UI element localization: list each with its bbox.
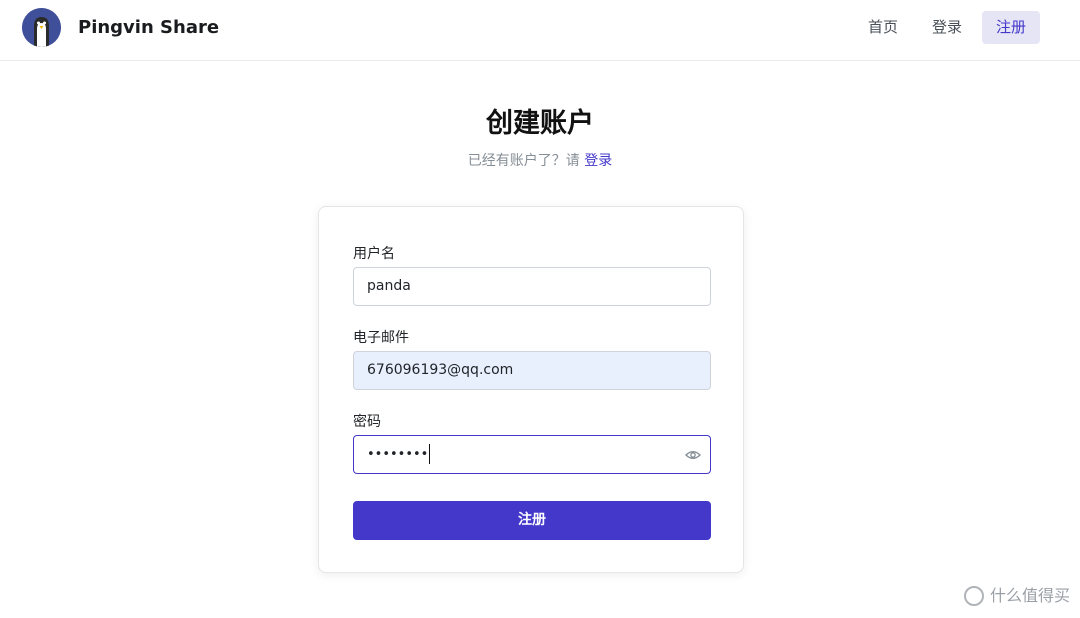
- watermark-logo-icon: [963, 586, 984, 606]
- login-link[interactable]: 登录: [584, 153, 612, 169]
- email-label: 电子邮件: [353, 330, 409, 346]
- email-input[interactable]: 676096193@qq.com: [353, 351, 711, 390]
- nav-signup-link[interactable]: 注册: [981, 11, 1040, 44]
- eye-icon[interactable]: [684, 447, 702, 463]
- subtitle-text: 已经有账户了？请: [467, 153, 580, 169]
- page-title: 创建账户: [486, 108, 594, 139]
- top-header: Pingvin Share 首页 登录 注册: [0, 0, 1080, 61]
- nav-login-link[interactable]: 登录: [918, 11, 976, 44]
- penguin-logo-icon[interactable]: [22, 8, 61, 47]
- signup-form-card: 用户名 panda 电子邮件 676096193@qq.com 密码 •••••…: [318, 206, 744, 573]
- nav-home-link[interactable]: 首页: [854, 11, 912, 44]
- page-subtitle: 已经有账户了？请 登录: [0, 150, 1080, 172]
- password-label: 密码: [353, 414, 381, 430]
- password-input[interactable]: ••••••••: [353, 435, 711, 474]
- password-masked-value: ••••••••: [367, 447, 429, 462]
- signup-submit-button[interactable]: 注册: [353, 501, 711, 540]
- watermark: 什么值得买: [963, 586, 1070, 606]
- brand-name[interactable]: Pingvin Share: [78, 16, 219, 40]
- text-caret: [429, 444, 431, 464]
- watermark-text: 什么值得买: [989, 586, 1070, 605]
- top-nav: 首页 登录 注册: [854, 11, 1040, 44]
- username-input[interactable]: panda: [353, 267, 711, 306]
- username-label: 用户名: [353, 246, 395, 262]
